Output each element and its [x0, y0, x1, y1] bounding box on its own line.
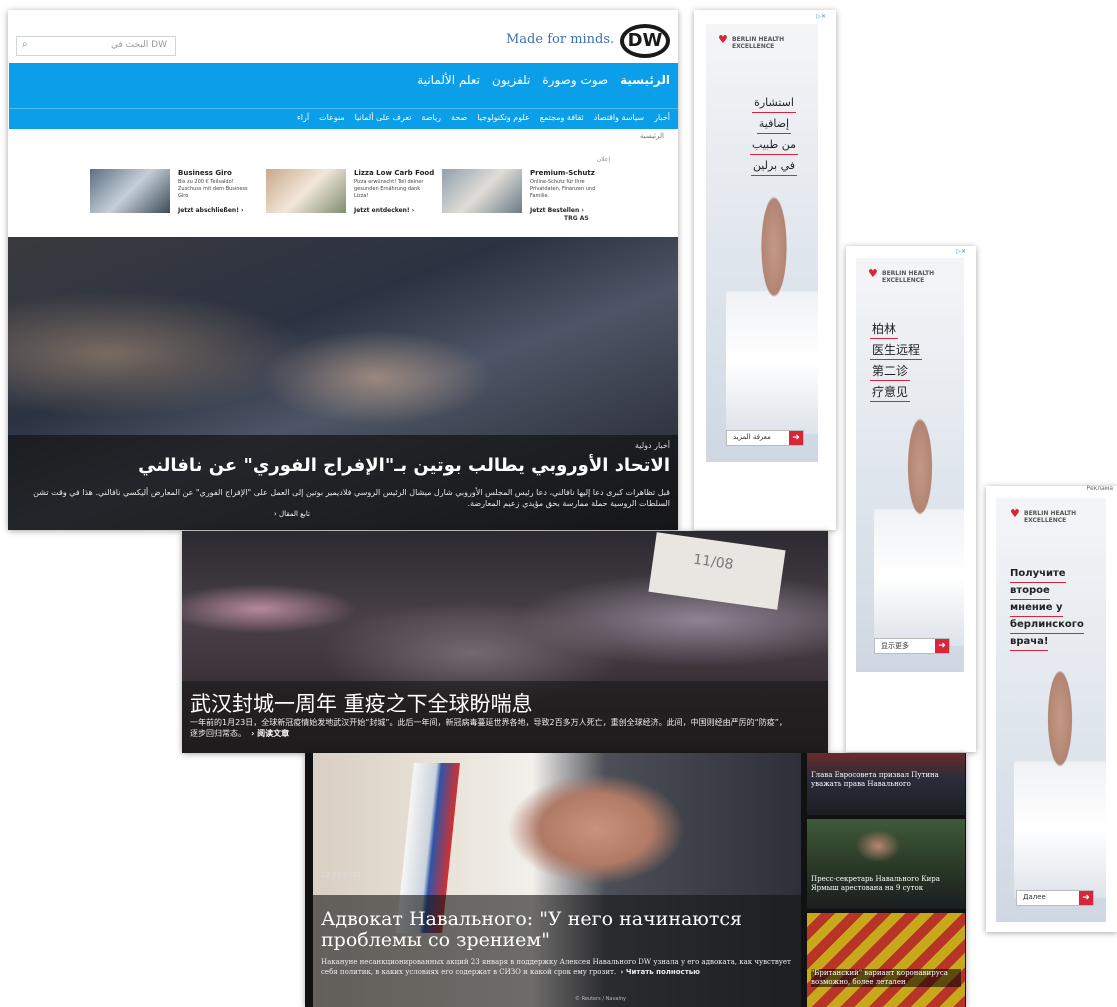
ad-banner-russian[interactable]: Реклама ♥ BERLIN HEALTH EXCELLENCE Получ…: [986, 485, 1117, 932]
ad-footer: TRG AS: [564, 215, 589, 222]
ad-banner-body: ♥ BERLIN HEALTH EXCELLENCE استشارة إضافي…: [706, 24, 818, 462]
background-sign: 11/08: [648, 532, 786, 610]
ad-card[interactable]: Premium-Schutz Online-Schutz für Ihre Pr…: [442, 169, 610, 217]
subnav-misc[interactable]: منوعات: [319, 113, 345, 122]
side-story[interactable]: "Британский" вариант коронавируса возмож…: [807, 913, 965, 1007]
adchoices-icon[interactable]: ▷✕: [956, 248, 966, 255]
adchoices-icon[interactable]: ▷✕: [816, 13, 826, 20]
subnav-health[interactable]: صحة: [451, 113, 467, 122]
subnav-germany[interactable]: تعرف على ألمانيا: [355, 113, 412, 122]
hero-story[interactable]: 22.01.2021 Адвокат Навального: "У него н…: [313, 753, 801, 1007]
hero-description: Накануне несанкционированных акций 23 ян…: [321, 958, 791, 976]
main-nav: الرئيسية صوت وصورة تلفزيون تعلم الألماني…: [9, 63, 678, 108]
photo-credit: © Reuters / Navalny: [575, 996, 626, 1002]
ad-card[interactable]: Lizza Low Carb Food Pizza erwünscht! Tei…: [266, 169, 434, 217]
arrow-right-icon: ➜: [935, 639, 949, 653]
dw-logo[interactable]: DW: [620, 24, 670, 58]
hero-read-more-link[interactable]: › Читать полностью: [621, 968, 700, 976]
ad-brand: ♥ BERLIN HEALTH EXCELLENCE: [718, 33, 785, 50]
hero-read-more-link[interactable]: › تابع المقال: [274, 510, 310, 518]
hero-headline[interactable]: الاتحاد الأوروبي يطالب بوتين بـ"الإفراج …: [138, 455, 670, 476]
ad-image: [266, 169, 346, 213]
hero-read-more-link[interactable]: › 阅读文章: [251, 729, 289, 738]
search-icon[interactable]: ⌕: [22, 39, 28, 50]
heart-logo-icon: ♥: [718, 33, 728, 46]
search-input[interactable]: ⌕ البحث في DW: [16, 36, 176, 56]
ad-banner-chinese[interactable]: ▷✕ ♥ BERLIN HEALTH EXCELLENCE 柏林 医生远程 第二…: [846, 246, 976, 752]
side-stories: Глава Евросовета призвал Путина уважать …: [807, 753, 965, 1007]
sub-nav: أخبار سياسة واقتصاد ثقافة ومجتمع علوم وت…: [9, 108, 678, 129]
ad-banner-body: ♥ BERLIN HEALTH EXCELLENCE Получите втор…: [996, 498, 1106, 922]
ad-strip: إعلان Premium-Schutz Online-Schutz für I…: [80, 156, 610, 225]
ad-label: Реклама: [1086, 485, 1113, 492]
story-image: [807, 819, 965, 909]
subnav-sport[interactable]: رياضة: [421, 113, 441, 122]
ad-cta[interactable]: Jetzt abschließen! ›: [178, 207, 244, 214]
heart-logo-icon: ♥: [1010, 507, 1020, 520]
doctor-photo: [874, 416, 964, 646]
arrow-right-icon: ➜: [789, 431, 803, 445]
nav-media[interactable]: صوت وصورة: [542, 73, 608, 87]
tagline: Made for minds.: [506, 32, 615, 47]
nav-tv[interactable]: تلفزيون: [492, 73, 530, 87]
ad-image: [442, 169, 522, 213]
ad-cta[interactable]: Jetzt Bestellen ›: [530, 207, 584, 214]
ad-text: Pizza erwünscht! Teil deiner gesunden Er…: [354, 179, 424, 199]
subnav-culture[interactable]: ثقافة ومجتمع: [540, 113, 584, 122]
ad-brand: ♥ BERLIN HEALTH EXCELLENCE: [1010, 507, 1077, 524]
ad-headline: 柏林 医生远程 第二诊 疗意见: [870, 320, 940, 404]
nav-home[interactable]: الرئيسية: [620, 73, 670, 87]
doctor-photo: [1014, 668, 1106, 898]
ad-text: Bis zu 200 € Teilsaldo! Zuschuss mit dem…: [178, 179, 248, 199]
subnav-politics[interactable]: سياسة واقتصاد: [594, 113, 644, 122]
ad-more-button[interactable]: معرفة المزيد ➜: [726, 430, 804, 446]
hero-story[interactable]: أخبار دولية الاتحاد الأوروبي يطالب بوتين…: [8, 237, 678, 530]
ad-headline: استشارة إضافية من طبيب في برلين: [742, 94, 806, 178]
ad-more-button[interactable]: 显示更多 ➜: [874, 638, 950, 654]
dw-chinese-hero[interactable]: 11/08 武汉封城一周年 重疫之下全球盼喘息 一年前的1月23日，全球新冠疫情…: [182, 531, 828, 753]
ad-headline: Получите второе мнение у берлинского вра…: [1010, 566, 1084, 651]
dw-russian-page: 22.01.2021 Адвокат Навального: "У него н…: [305, 753, 966, 1007]
subnav-opinion[interactable]: آراء: [297, 113, 309, 122]
side-story[interactable]: Пресс-секретарь Навального Кира Ярмыш ар…: [807, 819, 965, 909]
ad-banner-body: ♥ BERLIN HEALTH EXCELLENCE 柏林 医生远程 第二诊 疗…: [856, 258, 964, 672]
ad-cta[interactable]: Jetzt entdecken! ›: [354, 207, 414, 214]
hero-description: قبل تظاهرات كبرى دعا إليها نافالني، دعا …: [33, 488, 670, 508]
ad-brand: ♥ BERLIN HEALTH EXCELLENCE: [868, 267, 935, 284]
ad-text: Online-Schutz für Ihre Privatdaten, Fina…: [530, 179, 596, 199]
side-story[interactable]: Глава Евросовета призвал Путина уважать …: [807, 753, 965, 815]
ad-title: Business Giro: [178, 169, 232, 177]
hero-headline[interactable]: 武汉封城一周年 重疫之下全球盼喘息: [190, 688, 533, 718]
story-title[interactable]: "Британский" вариант коронавируса возмож…: [811, 969, 961, 987]
hero-caption: Адвокат Навального: "У него начинаются п…: [313, 895, 801, 1007]
doctor-photo: [726, 194, 818, 434]
ad-banner-arabic[interactable]: ▷✕ ♥ BERLIN HEALTH EXCELLENCE استشارة إض…: [694, 10, 836, 530]
ad-image: [90, 169, 170, 213]
ad-next-button[interactable]: Далее ➜: [1016, 890, 1094, 906]
hero-category[interactable]: أخبار دولية: [635, 441, 670, 450]
hero-caption: أخبار دولية الاتحاد الأوروبي يطالب بوتين…: [8, 435, 678, 530]
ad-title: Lizza Low Carb Food: [354, 169, 435, 177]
ad-card[interactable]: Business Giro Bis zu 200 € Teilsaldo! Zu…: [90, 169, 258, 217]
ad-label: إعلان: [596, 156, 610, 163]
subnav-science[interactable]: علوم وتكنولوجيا: [477, 113, 529, 122]
ad-title: Premium-Schutz: [530, 169, 595, 177]
hero-date: 22.01.2021: [321, 871, 362, 879]
dw-arabic-page: ⌕ البحث في DW Made for minds. DW الرئيسي…: [8, 10, 678, 530]
nav-learn-german[interactable]: تعلم الألمانية: [417, 73, 480, 87]
hero-caption: 武汉封城一周年 重疫之下全球盼喘息 一年前的1月23日，全球新冠疫情始发地武汉开…: [182, 681, 828, 753]
arrow-right-icon: ➜: [1079, 891, 1093, 905]
story-title[interactable]: Пресс-секретарь Навального Кира Ярмыш ар…: [811, 875, 961, 893]
hero-description: 一年前的1月23日，全球新冠疫情始发地武汉开始“封城”。此后一年间，新冠病毒蔓延…: [190, 718, 787, 738]
search-placeholder: البحث في DW: [111, 40, 167, 50]
heart-logo-icon: ♥: [868, 267, 878, 280]
hero-headline[interactable]: Адвокат Навального: "У него начинаются п…: [321, 909, 791, 951]
story-image: [807, 913, 965, 1007]
breadcrumb[interactable]: الرئيسية: [640, 132, 664, 140]
subnav-news[interactable]: أخبار: [654, 113, 670, 122]
story-title[interactable]: Глава Евросовета призвал Путина уважать …: [811, 771, 961, 789]
